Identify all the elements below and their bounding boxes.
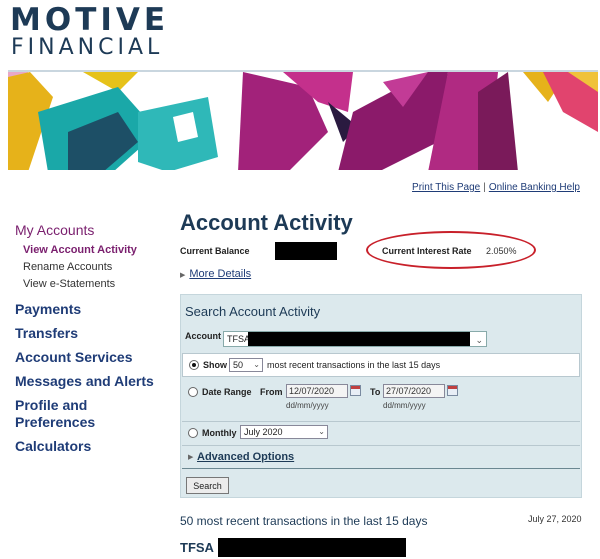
nav-payments[interactable]: Payments xyxy=(15,301,165,318)
nav-my-accounts[interactable]: My Accounts xyxy=(15,222,165,239)
logo-line-2: FINANCIAL xyxy=(11,35,164,60)
banner-graphic xyxy=(8,72,598,170)
to-label: To xyxy=(370,387,381,397)
search-button[interactable]: Search xyxy=(186,477,229,494)
more-details-link[interactable]: More Details xyxy=(189,268,251,280)
page-title: Account Activity xyxy=(180,210,353,235)
advanced-options-toggle[interactable]: ▶ Advanced Options xyxy=(182,445,580,469)
current-balance-label: Current Balance xyxy=(180,246,250,256)
interest-rate-value: 2.050% xyxy=(486,246,517,256)
utility-links: Print This Page | Online Banking Help xyxy=(412,182,580,193)
show-recent-option: Show 50 ⌄ most recent transactions in th… xyxy=(182,353,580,377)
motive-financial-logo[interactable]: MOTIVE FINANCIAL xyxy=(10,4,169,60)
results-account-name: TFSA xyxy=(180,540,214,555)
monthly-radio[interactable] xyxy=(188,428,198,438)
transaction-count-select[interactable]: 50 ⌄ xyxy=(229,358,263,372)
print-page-link[interactable]: Print This Page xyxy=(412,182,480,193)
search-account-activity-panel: Search Account Activity Account TFSA ⌄ S… xyxy=(180,294,582,498)
calendar-icon[interactable] xyxy=(447,385,458,396)
account-label: Account xyxy=(185,331,221,341)
expand-triangle-icon: ▶ xyxy=(188,454,194,461)
advanced-options-link[interactable]: Advanced Options xyxy=(197,451,294,463)
hero-banner xyxy=(8,70,598,170)
search-heading: Search Account Activity xyxy=(185,304,321,319)
nav-account-services[interactable]: Account Services xyxy=(15,349,165,366)
show-radio[interactable] xyxy=(189,360,199,370)
nav-view-account-activity[interactable]: View Account Activity xyxy=(15,243,165,257)
month-select[interactable]: July 2020 ⌄ xyxy=(240,425,328,439)
calendar-icon[interactable] xyxy=(350,385,361,396)
chevron-down-icon: ⌄ xyxy=(253,360,260,369)
date-range-radio[interactable] xyxy=(188,387,198,397)
more-details-toggle[interactable]: ▶ More Details xyxy=(180,268,585,280)
monthly-label: Monthly xyxy=(202,428,237,438)
account-select-value: TFSA xyxy=(227,334,251,344)
to-date-format: dd/mm/yyyy xyxy=(383,401,426,410)
monthly-option: Monthly July 2020 ⌄ xyxy=(182,421,580,443)
nav-profile-and-preferences[interactable]: Profile and Preferences xyxy=(15,397,165,431)
transaction-count-value: 50 xyxy=(233,360,244,370)
account-select[interactable]: TFSA ⌄ xyxy=(223,331,487,347)
from-date-format: dd/mm/yyyy xyxy=(286,401,329,410)
results-title: 50 most recent transactions in the last … xyxy=(180,514,428,528)
nav-transfers[interactable]: Transfers xyxy=(15,325,165,342)
date-range-option: Date Range From dd/mm/yyyy To dd/mm/yyyy xyxy=(182,383,580,413)
to-date-input[interactable] xyxy=(383,384,445,398)
results-date: July 27, 2020 xyxy=(528,514,582,524)
chevron-down-icon: ⌄ xyxy=(475,335,483,345)
main-content: Account Activity Current Balance Current… xyxy=(180,210,585,280)
balance-redaction xyxy=(275,242,337,260)
logo-line-1: MOTIVE xyxy=(10,2,170,38)
nav-view-e-statements[interactable]: View e-Statements xyxy=(15,277,165,291)
account-number-redaction xyxy=(248,332,470,346)
nav-messages-and-alerts[interactable]: Messages and Alerts xyxy=(15,373,165,390)
online-banking-help-link[interactable]: Online Banking Help xyxy=(489,182,580,193)
from-date-input[interactable] xyxy=(286,384,348,398)
from-label: From xyxy=(260,387,283,397)
date-range-label: Date Range xyxy=(202,387,252,397)
show-label: Show xyxy=(203,360,227,370)
nav-rename-accounts[interactable]: Rename Accounts xyxy=(15,260,165,274)
expand-triangle-icon: ▶ xyxy=(180,272,186,279)
results-account-number-redaction xyxy=(218,538,406,557)
interest-rate-label: Current Interest Rate xyxy=(382,246,472,256)
utility-separator: | xyxy=(483,182,486,193)
nav-calculators[interactable]: Calculators xyxy=(15,438,165,455)
chevron-down-icon: ⌄ xyxy=(318,427,325,436)
show-suffix-text: most recent transactions in the last 15 … xyxy=(267,360,441,370)
balance-row: Current Balance Current Interest Rate 2.… xyxy=(180,231,585,269)
month-select-value: July 2020 xyxy=(244,427,283,437)
side-navigation: My Accounts View Account Activity Rename… xyxy=(15,222,165,462)
